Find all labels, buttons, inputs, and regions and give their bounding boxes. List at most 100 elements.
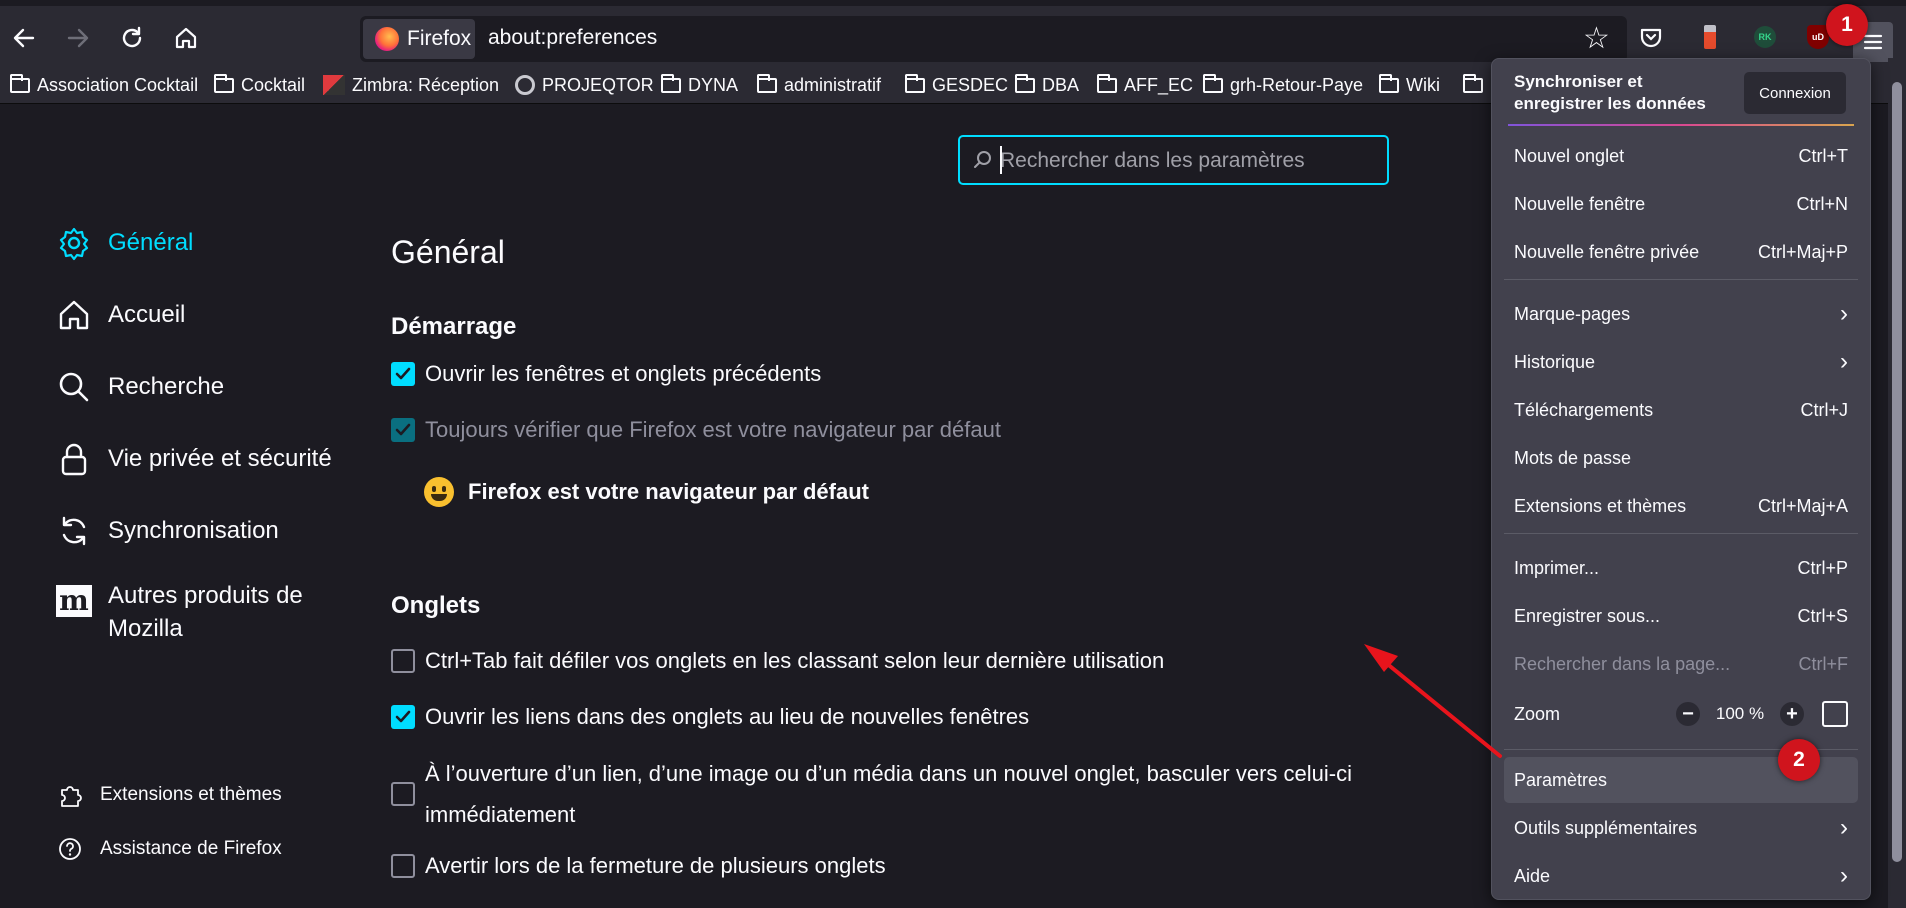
- bookmark-item[interactable]: administratif: [757, 72, 881, 98]
- pocket-button[interactable]: [1636, 22, 1666, 52]
- menu-item-label: Marque-pages: [1514, 303, 1631, 324]
- category-mozilla-products[interactable]: m Autres produits de Mozilla: [56, 579, 318, 645]
- identity-box[interactable]: Firefox: [363, 19, 475, 59]
- category-search[interactable]: Recherche: [56, 369, 224, 405]
- bookmark-item[interactable]: Cocktail: [214, 72, 305, 98]
- zoom-out-button[interactable]: −: [1676, 702, 1700, 726]
- menu-item-shortcut: Ctrl+F: [1798, 653, 1849, 674]
- category-home[interactable]: Accueil: [56, 297, 185, 333]
- menu-item-downloads[interactable]: Téléchargements Ctrl+J: [1504, 387, 1858, 433]
- open-links-in-tabs-option[interactable]: Ouvrir les liens dans des onglets au lie…: [391, 704, 1029, 730]
- option-label: Avertir lors de la fermeture de plusieur…: [425, 853, 886, 878]
- menu-item-label: Mots de passe: [1514, 447, 1632, 468]
- option-label-group: À l’ouverture d’un lien, d’une image ou …: [425, 753, 1352, 835]
- tabs-heading: Onglets: [391, 592, 481, 619]
- warn-close-tabs-option[interactable]: Avertir lors de la fermeture de plusieur…: [391, 853, 886, 879]
- menu-item-label: Enregistrer sous...: [1514, 605, 1661, 626]
- bookmark-item[interactable]: GESDEC: [905, 72, 1008, 98]
- chevron-right-icon: ›: [1840, 814, 1848, 841]
- menu-item-label: Extensions et thèmes: [1514, 495, 1687, 516]
- menu-item-save-as[interactable]: Enregistrer sous... Ctrl+S: [1504, 593, 1858, 639]
- bookmark-item[interactable]: AFF_EC: [1097, 72, 1193, 98]
- bookmark-item[interactable]: DBA: [1015, 72, 1079, 98]
- menu-item-new-window[interactable]: Nouvelle fenêtre Ctrl+N: [1504, 181, 1858, 227]
- bookmark-label: AFF_EC: [1124, 74, 1194, 95]
- extension-button-1[interactable]: [1695, 22, 1725, 52]
- option-label: Ouvrir les fenêtres et onglets précédent…: [425, 361, 822, 386]
- reload-button[interactable]: [114, 20, 150, 56]
- menu-item-shortcut: Ctrl+Maj+A: [1757, 495, 1848, 516]
- lock-icon: [56, 441, 92, 477]
- menu-item-new-private-window[interactable]: Nouvelle fenêtre privée Ctrl+Maj+P: [1504, 229, 1858, 275]
- fullscreen-icon[interactable]: [1822, 701, 1848, 727]
- folder-icon: [757, 73, 777, 93]
- url-bar[interactable]: Firefox about:preferences ☆: [360, 16, 1627, 62]
- option-label: Toujours vérifier que Firefox est votre …: [425, 417, 1001, 442]
- firefox-logo-icon: [375, 27, 399, 51]
- category-label: Vie privée et sécurité: [108, 445, 332, 472]
- checkmark-icon: [395, 367, 411, 380]
- menu-item-help[interactable]: Aide ›: [1504, 853, 1858, 899]
- menu-item-history[interactable]: Historique ›: [1504, 339, 1858, 385]
- url-text[interactable]: about:preferences: [488, 26, 657, 50]
- smiley-icon: [424, 477, 454, 507]
- header-divider: [1508, 124, 1854, 126]
- menu-item-shortcut: Ctrl+P: [1797, 557, 1848, 578]
- menu-item-label: Imprimer...: [1514, 557, 1600, 578]
- zoom-level[interactable]: 100 %: [1710, 704, 1770, 724]
- home-button[interactable]: [168, 20, 204, 56]
- checkbox-unchecked[interactable]: [391, 854, 415, 878]
- bookmark-item[interactable]: Association Cocktail: [10, 72, 198, 98]
- bookmark-item[interactable]: grh-Retour-Paye: [1203, 72, 1363, 98]
- forward-button[interactable]: [60, 20, 96, 56]
- search-icon: [974, 151, 991, 168]
- sync-text-line1: Synchroniser et: [1514, 72, 1643, 91]
- checkbox-unchecked[interactable]: [391, 649, 415, 673]
- back-button[interactable]: [6, 20, 42, 56]
- option-label-line1: À l’ouverture d’un lien, d’une image ou …: [425, 761, 1352, 786]
- bookmark-item[interactable]: Zimbra: Réception: [323, 72, 499, 98]
- startup-heading: Démarrage: [391, 313, 517, 340]
- bookmark-item[interactable]: DYNA: [661, 72, 738, 98]
- menu-separator: [1504, 279, 1858, 280]
- footer-support-link[interactable]: Assistance de Firefox: [56, 835, 282, 863]
- menu-item-more-tools[interactable]: Outils supplémentaires ›: [1504, 805, 1858, 851]
- category-sync[interactable]: Synchronisation: [56, 513, 279, 549]
- menu-item-passwords[interactable]: Mots de passe: [1504, 435, 1858, 481]
- ctrl-tab-option[interactable]: Ctrl+Tab fait défiler vos onglets en les…: [391, 648, 1164, 674]
- sync-icon: [56, 513, 92, 549]
- chevron-right-icon: ›: [1840, 348, 1848, 375]
- footer-extensions-link[interactable]: Extensions et thèmes: [56, 781, 282, 809]
- menu-item-shortcut: Ctrl+Maj+P: [1757, 241, 1848, 262]
- bookmark-item[interactable]: Wiki: [1379, 72, 1440, 98]
- menu-item-addons[interactable]: Extensions et thèmes Ctrl+Maj+A: [1504, 483, 1858, 529]
- category-label: Accueil: [108, 301, 186, 328]
- menu-item-new-tab[interactable]: Nouvel onglet Ctrl+T: [1504, 133, 1858, 179]
- scrollbar-thumb[interactable]: [1892, 82, 1902, 862]
- page-scrollbar[interactable]: [1888, 58, 1906, 908]
- bookmark-label: administratif: [784, 74, 882, 95]
- checkbox-unchecked[interactable]: [391, 782, 415, 806]
- zoom-in-button[interactable]: +: [1780, 702, 1804, 726]
- checkmark-icon: [395, 710, 411, 723]
- category-general[interactable]: Général: [56, 225, 193, 261]
- bookmark-label: Cocktail: [241, 74, 306, 95]
- bookmark-star-icon[interactable]: ☆: [1583, 22, 1610, 56]
- menu-item-bookmarks[interactable]: Marque-pages ›: [1504, 291, 1858, 337]
- bookmark-label: DYNA: [688, 74, 739, 95]
- category-privacy[interactable]: Vie privée et sécurité: [56, 441, 332, 477]
- checkbox-checked[interactable]: [391, 705, 415, 729]
- restore-session-option[interactable]: Ouvrir les fenêtres et onglets précédent…: [391, 361, 821, 387]
- search-input[interactable]: Rechercher dans les paramètres: [958, 135, 1389, 185]
- switch-to-new-tab-option[interactable]: À l’ouverture d’un lien, d’une image ou …: [391, 753, 1352, 835]
- home-icon: [175, 27, 197, 49]
- connexion-button[interactable]: Connexion: [1744, 72, 1846, 114]
- extension-button-2[interactable]: RK: [1750, 22, 1780, 52]
- bookmark-label: Wiki: [1406, 74, 1440, 95]
- bookmark-overflow[interactable]: [1463, 72, 1483, 98]
- bookmark-item[interactable]: PROJEQTOR: [515, 72, 654, 98]
- menu-item-print[interactable]: Imprimer... Ctrl+P: [1504, 545, 1858, 591]
- checkbox-checked[interactable]: [391, 362, 415, 386]
- menu-item-shortcut: Ctrl+S: [1797, 605, 1848, 626]
- back-arrow-icon: [13, 28, 35, 48]
